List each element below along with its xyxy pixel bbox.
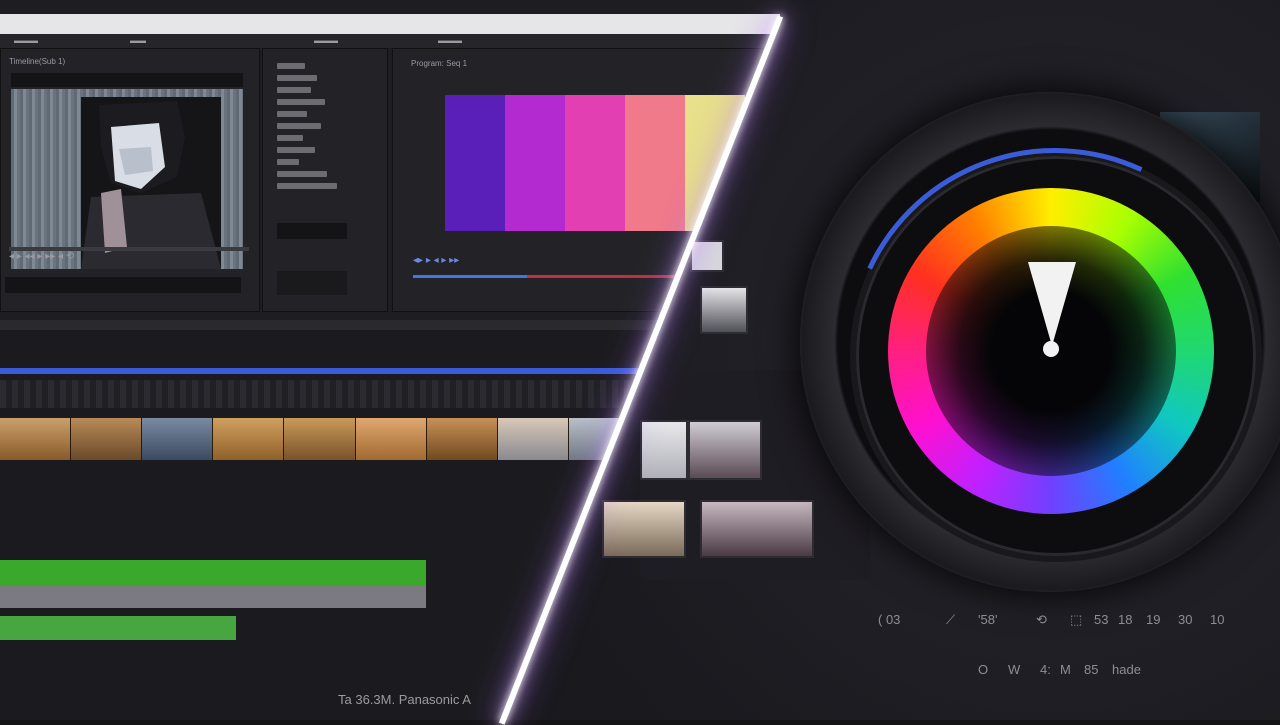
- transport-controls[interactable]: ◂ ▸ ◂◂ ▸ ▸▸ ◂ ⟲: [9, 251, 74, 262]
- source-monitor-label: Timeline(Sub 1): [9, 57, 66, 66]
- audio-track-clip[interactable]: [0, 560, 426, 586]
- fx-row[interactable]: [277, 183, 337, 189]
- toolbar-item[interactable]: 10: [1210, 612, 1224, 627]
- program-monitor-label: Program: Seq 1: [411, 59, 468, 68]
- video-clip[interactable]: [213, 418, 285, 460]
- fx-row[interactable]: [277, 159, 299, 165]
- status-bar-text: Ta 36.3M. Panasonic A: [338, 692, 471, 707]
- menu-item-1[interactable]: ▬▬▬: [14, 36, 38, 45]
- media-thumbnail[interactable]: [640, 420, 688, 480]
- toolbar-item[interactable]: '58': [978, 612, 997, 627]
- color-wheel-handle[interactable]: [1043, 341, 1059, 357]
- toolbar-item[interactable]: 18: [1118, 612, 1132, 627]
- fx-slider-area[interactable]: [277, 271, 347, 295]
- rotate-icon[interactable]: ⟲: [1036, 612, 1047, 628]
- fx-row[interactable]: [277, 123, 321, 129]
- color-bar: [505, 95, 565, 231]
- frame-icon[interactable]: ⬚: [1070, 612, 1082, 628]
- pen-icon[interactable]: ⟋: [946, 612, 955, 628]
- bottom-control[interactable]: W: [1008, 662, 1020, 677]
- menu-item-3[interactable]: ▬▬▬: [314, 36, 338, 45]
- video-clip[interactable]: [355, 418, 427, 460]
- source-timecode-bar: [5, 277, 241, 293]
- source-tab-strip: [11, 73, 243, 87]
- media-thumbnail[interactable]: [690, 240, 724, 272]
- media-thumbnail[interactable]: [688, 420, 762, 480]
- fx-row[interactable]: [277, 63, 305, 69]
- bottom-control[interactable]: O: [978, 662, 988, 677]
- menu-item-2[interactable]: ▬▬: [130, 36, 146, 45]
- bottom-control[interactable]: hade: [1112, 662, 1141, 677]
- toolbar-item[interactable]: 19: [1146, 612, 1160, 627]
- menu-bar: ▬▬▬ ▬▬ ▬▬▬ ▬▬▬: [0, 34, 780, 48]
- source-video-frame: [11, 89, 243, 269]
- title-bar: [0, 14, 780, 34]
- fx-row[interactable]: [277, 87, 311, 93]
- video-clip[interactable]: [71, 418, 143, 460]
- media-thumbnail[interactable]: [700, 286, 748, 334]
- video-clip[interactable]: [497, 418, 569, 460]
- video-clip[interactable]: [426, 418, 498, 460]
- bottom-control[interactable]: M: [1060, 662, 1071, 677]
- color-bar: [565, 95, 625, 231]
- audio-waveform-track[interactable]: [0, 586, 426, 608]
- program-scrubber[interactable]: [413, 275, 713, 278]
- portrait-image: [81, 97, 221, 269]
- video-track-clips[interactable]: [0, 418, 640, 460]
- program-transport-controls[interactable]: ◂▸ ▸ ◂ ▸ ▸▸: [413, 255, 459, 266]
- color-bar: [445, 95, 505, 231]
- fx-value-field[interactable]: [277, 223, 347, 239]
- video-clip[interactable]: [284, 418, 356, 460]
- menu-item-4[interactable]: ▬▬▬: [438, 36, 462, 45]
- fx-row[interactable]: [277, 111, 307, 117]
- bottom-control[interactable]: 85: [1084, 662, 1098, 677]
- video-clip[interactable]: [142, 418, 214, 460]
- fx-row[interactable]: [277, 99, 325, 105]
- fx-row[interactable]: [277, 75, 317, 81]
- fx-row[interactable]: [277, 135, 303, 141]
- media-thumbnail[interactable]: [700, 500, 814, 558]
- color-wheel-pointer-icon[interactable]: [1028, 262, 1076, 346]
- toolbar-item[interactable]: ( 03: [878, 612, 900, 627]
- audio-track-clip[interactable]: [0, 616, 236, 640]
- color-bar: [625, 95, 685, 231]
- effect-controls-panel: [262, 48, 388, 312]
- media-thumbnail[interactable]: [602, 500, 686, 558]
- toolbar-item[interactable]: 30: [1178, 612, 1192, 627]
- toolbar-item[interactable]: 53: [1094, 612, 1108, 627]
- fx-row[interactable]: [277, 171, 327, 177]
- source-monitor-panel: Timeline(Sub 1) ◂ ▸ ◂◂ ▸ ▸▸ ◂ ⟲: [0, 48, 260, 312]
- video-clip[interactable]: [0, 418, 72, 460]
- bottom-control[interactable]: 4:: [1040, 662, 1051, 677]
- fx-row[interactable]: [277, 147, 315, 153]
